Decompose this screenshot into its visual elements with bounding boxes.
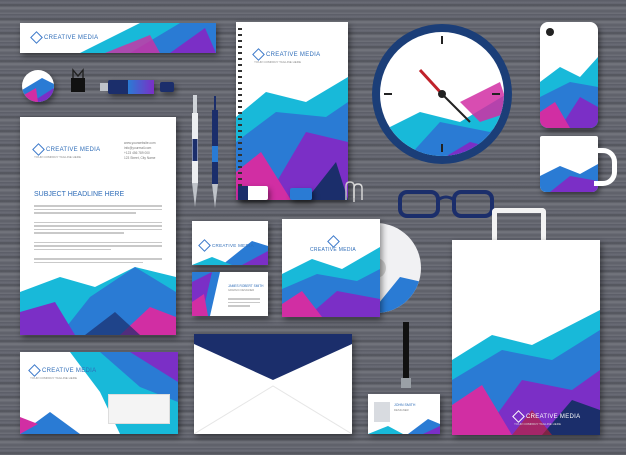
web-banner: CREATIVE MEDIA	[20, 23, 216, 53]
envelope-front: CREATIVE MEDIA YOUR COMPANY TAGLINE HERE	[20, 352, 178, 434]
envelope-brand: CREATIVE MEDIA YOUR COMPANY TAGLINE HERE	[28, 364, 97, 380]
card-person-title: GRAPHIC DESIGNER	[228, 289, 255, 292]
banner-brand: CREATIVE MEDIA	[30, 31, 99, 44]
brand-logo-icon	[30, 31, 43, 44]
card-person-name: JAMES ROBERT SMITH	[228, 284, 264, 288]
coffee-mug	[540, 136, 598, 192]
id-person-name: JOHN SMITH	[394, 403, 416, 407]
envelope-brand-name: CREATIVE MEDIA	[42, 367, 97, 374]
bag-brand: CREATIVE MEDIA YOUR COMPANY TAGLINE HERE	[512, 410, 581, 426]
sharpener-icon	[290, 188, 312, 200]
envelope-window	[108, 394, 170, 424]
usb-drive-icon	[100, 80, 154, 94]
glasses-icon	[396, 186, 496, 220]
brand-logo-icon	[326, 235, 340, 248]
letterhead-document: CREATIVE MEDIA YOUR COMPANY TAGLINE HERE…	[20, 117, 176, 335]
notebook-brand: CREATIVE MEDIA YOUR COMPANY TAGLINE HERE	[252, 48, 321, 64]
notebook-spiral	[238, 28, 242, 194]
phone-camera	[546, 28, 554, 36]
id-photo	[374, 402, 390, 422]
brand-logo-icon	[252, 48, 265, 61]
bag-brand-name: CREATIVE MEDIA	[526, 413, 581, 420]
clock-icon	[370, 22, 514, 166]
brand-logo-icon	[512, 410, 525, 423]
cd-cover: CREATIVE MEDIA	[282, 219, 380, 317]
business-card-front: CREATIVE MEDIA	[192, 221, 268, 265]
envelope-tagline: YOUR COMPANY TAGLINE HERE	[30, 376, 77, 380]
stationery-mockup-canvas: CREATIVE MEDIA CREATIVE MEDIA YOUR COMPA…	[0, 0, 626, 455]
id-person-title: DESIGNER	[394, 408, 409, 412]
brand-logo-icon	[198, 239, 211, 252]
usb-cap	[160, 82, 174, 92]
phone-case	[540, 22, 598, 128]
bag-tagline: YOUR COMPANY TAGLINE HERE	[514, 422, 561, 426]
lanyard-icon	[396, 322, 416, 392]
binder-clip-icon	[70, 68, 86, 94]
card-brand: CREATIVE MEDIA	[198, 239, 254, 252]
id-card: JOHN SMITH DESIGNER	[368, 394, 440, 434]
shopping-bag: CREATIVE MEDIA YOUR COMPANY TAGLINE HERE	[452, 240, 600, 435]
pen-icon	[191, 95, 199, 210]
brand-logo-icon	[28, 364, 41, 377]
paperclip-icon	[340, 180, 366, 206]
card-brand-name: CREATIVE MEDIA	[212, 243, 254, 248]
eraser-icon	[238, 186, 268, 200]
notebook-tagline: YOUR COMPANY TAGLINE HERE	[254, 60, 301, 64]
banner-brand-name: CREATIVE MEDIA	[44, 34, 99, 41]
badge-button	[22, 70, 54, 102]
cd-brand: CREATIVE MEDIA	[310, 235, 356, 253]
spiral-notebook: CREATIVE MEDIA YOUR COMPANY TAGLINE HERE	[236, 22, 348, 200]
pen-icon	[211, 96, 219, 211]
envelope-back	[194, 334, 352, 434]
notebook-brand-name: CREATIVE MEDIA	[266, 51, 321, 58]
business-card-back: JAMES ROBERT SMITH GRAPHIC DESIGNER	[192, 272, 268, 316]
mug-handle	[594, 148, 617, 186]
